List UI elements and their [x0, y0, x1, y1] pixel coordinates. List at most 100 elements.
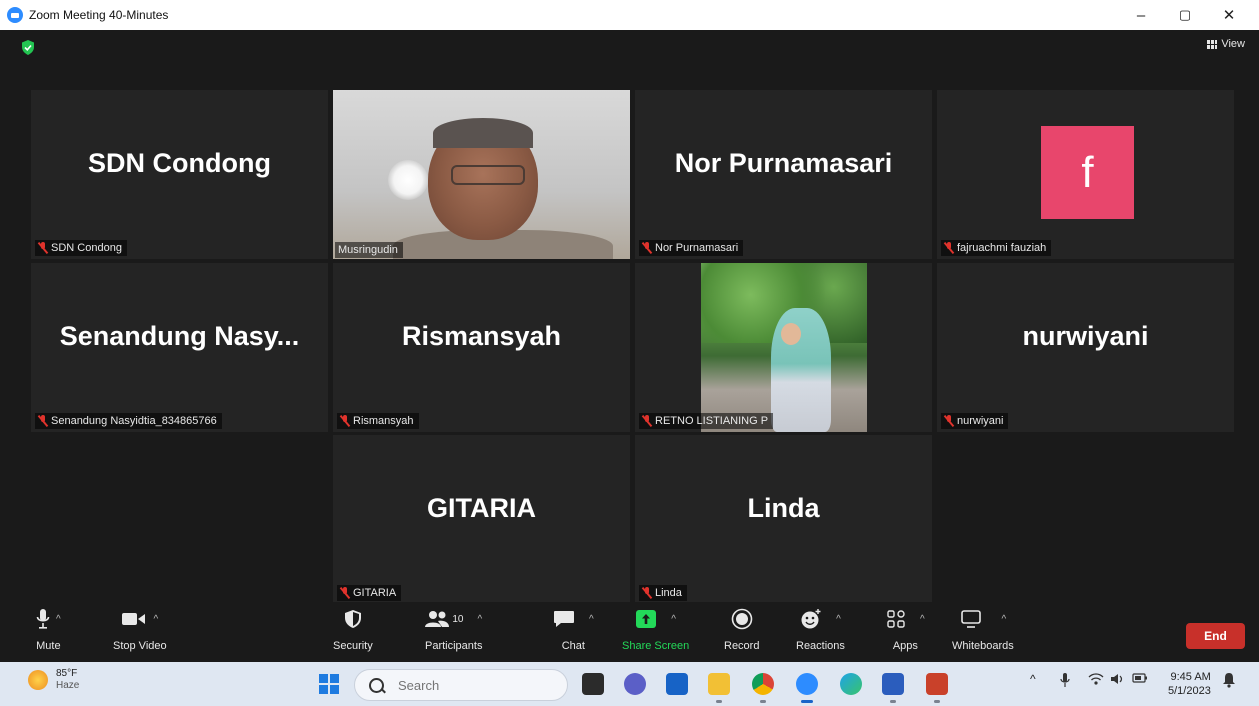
powerpoint-icon[interactable]	[926, 673, 948, 695]
muted-mic-icon	[642, 587, 652, 599]
temperature: 85°F	[56, 668, 78, 679]
record-label: Record	[724, 640, 760, 652]
powerpoint-running-indicator	[934, 700, 940, 703]
apps-button[interactable]: ^ Apps	[886, 606, 925, 652]
whiteboards-options-chevron-icon[interactable]: ^	[1002, 614, 1007, 625]
edge-icon[interactable]	[840, 673, 862, 695]
participant-tile[interactable]: Rismansyah Rismansyah	[333, 263, 630, 432]
file-explorer-icon[interactable]	[708, 673, 730, 695]
chat-options-chevron-icon[interactable]: ^	[589, 614, 594, 625]
windows-start-icon[interactable]	[319, 674, 339, 694]
participant-label: RETNO LISTIANING P	[639, 413, 774, 429]
whiteboard-icon	[960, 610, 981, 628]
show-hidden-icons-chevron-icon[interactable]: ^	[1030, 672, 1036, 686]
apps-label: Apps	[892, 640, 918, 652]
share-screen-button[interactable]: ^ Share Screen	[622, 606, 689, 652]
muted-mic-icon	[38, 415, 48, 427]
participant-name: fajruachmi fauziah	[957, 242, 1047, 254]
video-options-chevron-icon[interactable]: ^	[153, 614, 158, 625]
participant-tile[interactable]: RETNO LISTIANING P	[635, 263, 932, 432]
muted-mic-icon	[642, 415, 652, 427]
weather-widget[interactable]: 85°F Haze	[28, 668, 79, 692]
taskbar-search-input[interactable]	[396, 676, 550, 694]
participants-label: Participants	[425, 640, 483, 652]
avatar: f	[1041, 126, 1134, 219]
participant-label: Linda	[639, 585, 687, 601]
participant-label: Nor Purnamasari	[639, 240, 744, 256]
view-button[interactable]: View	[1207, 38, 1245, 50]
volume-icon[interactable]	[1110, 672, 1126, 689]
word-icon[interactable]	[882, 673, 904, 695]
mute-options-chevron-icon[interactable]: ^	[56, 614, 61, 625]
participant-name: Rismansyah	[353, 415, 414, 427]
teams-chat-icon[interactable]	[624, 673, 646, 695]
apps-options-chevron-icon[interactable]: ^	[920, 614, 925, 625]
muted-mic-icon	[38, 242, 48, 254]
record-icon	[731, 608, 753, 630]
view-label: View	[1221, 38, 1245, 50]
word-running-indicator	[890, 700, 896, 703]
security-button[interactable]: Security	[333, 606, 373, 652]
reactions-button[interactable]: ^ Reactions	[796, 606, 845, 652]
participant-tile[interactable]: f fajruachmi fauziah	[937, 90, 1234, 259]
participants-icon	[425, 611, 450, 627]
participant-display-name: nurwiyani	[1022, 321, 1149, 351]
apps-icon	[887, 610, 905, 628]
minimize-button[interactable]: –	[1119, 0, 1163, 30]
stop-video-button[interactable]: ^ Stop Video	[113, 606, 167, 652]
participant-tile[interactable]: Linda Linda	[635, 435, 932, 604]
participant-display-name: Nor Purnamasari	[674, 148, 893, 178]
participant-label: nurwiyani	[941, 413, 1009, 429]
participant-tile-active-speaker[interactable]: Musringudin	[333, 90, 630, 259]
participant-tile[interactable]: SDN Condong SDN Condong	[31, 90, 328, 259]
participant-tile[interactable]: GITARIA GITARIA	[333, 435, 630, 604]
wifi-icon[interactable]	[1088, 672, 1104, 689]
weather-sun-icon	[28, 670, 48, 690]
end-meeting-button[interactable]: End	[1186, 623, 1245, 649]
task-view-icon[interactable]	[582, 673, 604, 695]
security-label: Security	[333, 640, 373, 652]
participants-button[interactable]: 10 ^ Participants	[425, 606, 482, 652]
participant-name: Linda	[655, 587, 682, 599]
windows-taskbar: 85°F Haze ^ 9:45 AM 5/1/2023	[0, 662, 1259, 706]
taskbar-search-box[interactable]	[354, 669, 568, 701]
window-title-bar: Zoom Meeting 40-Minutes – ▢ ✕	[0, 0, 1259, 30]
clock-date: 5/1/2023	[1168, 685, 1211, 697]
battery-icon[interactable]	[1132, 672, 1148, 687]
share-screen-icon	[636, 610, 657, 628]
participant-display-name: Linda	[747, 493, 820, 523]
participants-count: 10	[452, 613, 464, 625]
microphone-tray-icon[interactable]	[1060, 672, 1070, 691]
chrome-icon[interactable]	[752, 673, 774, 695]
close-button[interactable]: ✕	[1207, 0, 1251, 30]
zoom-app-icon[interactable]	[796, 673, 818, 695]
video-feed	[333, 90, 630, 259]
participant-name: GITARIA	[353, 587, 397, 599]
share-options-chevron-icon[interactable]: ^	[671, 614, 676, 625]
mute-label: Mute	[36, 640, 61, 652]
meeting-toolbar: ^ Mute ^ Stop Video Security 10 ^ Partic…	[0, 602, 1259, 662]
chat-button[interactable]: ^ Chat	[553, 606, 594, 652]
participant-name: Musringudin	[338, 244, 398, 256]
zoom-logo-icon	[7, 7, 23, 23]
participant-label: SDN Condong	[35, 240, 127, 256]
participants-options-chevron-icon[interactable]: ^	[477, 614, 482, 625]
reactions-options-chevron-icon[interactable]: ^	[836, 614, 841, 625]
record-button[interactable]: Record	[724, 606, 759, 652]
whiteboards-button[interactable]: ^ Whiteboards	[952, 606, 1014, 652]
encryption-shield-icon[interactable]	[21, 40, 35, 55]
mute-button[interactable]: ^ Mute	[36, 606, 61, 652]
participant-name: Nor Purnamasari	[655, 242, 739, 254]
participant-tile[interactable]: Nor Purnamasari Nor Purnamasari	[635, 90, 932, 259]
participant-label: fajruachmi fauziah	[941, 240, 1052, 256]
restore-button[interactable]: ▢	[1163, 0, 1207, 30]
meeting-area: View SDN Condong SDN Condong Musringudin…	[0, 30, 1259, 662]
participant-display-name: SDN Condong	[88, 148, 271, 178]
mail-icon[interactable]	[666, 673, 688, 695]
zoom-active-indicator	[801, 700, 813, 703]
notifications-icon[interactable]	[1222, 672, 1236, 691]
participant-tile[interactable]: nurwiyani nurwiyani	[937, 263, 1234, 432]
system-clock[interactable]: 9:45 AM 5/1/2023	[1168, 670, 1211, 698]
participant-tile[interactable]: Senandung Nasy... Senandung Nasyidtia_83…	[31, 263, 328, 432]
participant-label: Senandung Nasyidtia_834865766	[35, 413, 222, 429]
